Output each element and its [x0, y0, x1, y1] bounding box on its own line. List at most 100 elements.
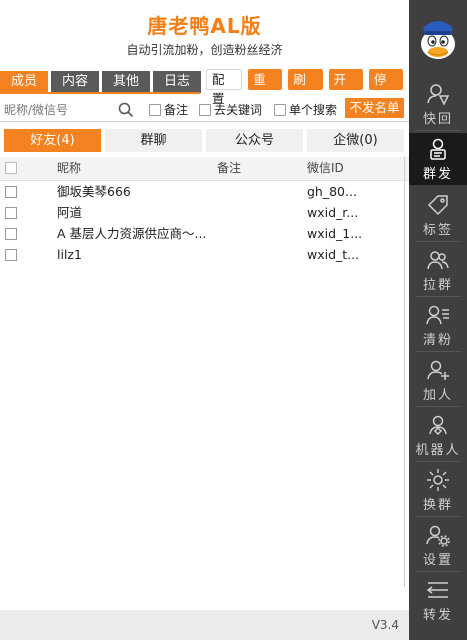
row-nickname: A 基层人力资源供应商～...: [57, 226, 207, 241]
app-subtitle: 自动引流加粉，创造粉丝经济: [126, 43, 283, 57]
forward-icon: [426, 582, 448, 598]
row-nickname: lilz1: [57, 247, 82, 262]
row-checkbox[interactable]: [5, 207, 17, 219]
tag-icon: [427, 195, 448, 216]
tab-members[interactable]: 成员: [0, 71, 48, 93]
sidebar-label-clean-fans: 清粉: [422, 333, 453, 348]
type-tabs: 好友(4) 群聊 公众号 企微(0): [4, 129, 408, 152]
main-panel: 唐老鸭AL版 自动引流加粉，创造粉丝经济 成员 内容 其他 日志 配置 重置 刷…: [0, 0, 409, 640]
sidebar-divider: [415, 571, 461, 572]
tab-content[interactable]: 内容: [51, 71, 99, 93]
checkbox-box[interactable]: [199, 103, 211, 116]
sidebar-item-settings[interactable]: 设置: [409, 519, 467, 571]
column-wxid[interactable]: 微信ID: [307, 157, 402, 179]
start-button[interactable]: 开始: [328, 69, 363, 108]
sidebar-item-quick-reply[interactable]: 快回: [409, 78, 467, 130]
single-search-checkbox[interactable]: 单个搜索: [274, 101, 337, 118]
sidebar-item-pull-group[interactable]: 拉群: [409, 244, 467, 296]
version-label: V3.4: [371, 618, 399, 632]
sidebar-label-settings: 设置: [422, 553, 453, 568]
row-checkbox[interactable]: [5, 186, 17, 198]
select-all-checkbox[interactable]: [5, 162, 17, 174]
single-search-label: 单个搜索: [289, 103, 338, 117]
sidebar-label-tags: 标签: [422, 223, 453, 238]
remove-keyword-checkbox[interactable]: 去关键词: [199, 101, 262, 118]
remark-checkbox-label: 备注: [164, 103, 189, 117]
tab-underline: [0, 92, 200, 94]
tab-group-chats[interactable]: 群聊: [105, 129, 202, 152]
table-row[interactable]: 阿道 wxid_r...: [0, 202, 409, 223]
sidebar-label-quick-reply: 快回: [422, 112, 453, 127]
scrollbar-track[interactable]: [404, 157, 405, 587]
sidebar-label-add-person: 加人: [422, 388, 453, 403]
config-button[interactable]: 配置: [206, 69, 243, 106]
table-row[interactable]: A 基层人力资源供应商～... wxid_1...: [0, 223, 409, 244]
tab-friends[interactable]: 好友(4): [4, 129, 101, 152]
sidebar-label-pull-group: 拉群: [422, 278, 453, 293]
add-person-icon: [427, 360, 449, 380]
search-input[interactable]: [4, 100, 109, 120]
search-divider: [0, 121, 409, 122]
row-checkbox[interactable]: [5, 228, 17, 240]
tab-other[interactable]: 其他: [102, 71, 150, 93]
mass-send-icon: [430, 138, 446, 160]
sidebar-divider: [415, 241, 461, 242]
remove-keyword-label: 去关键词: [214, 103, 263, 117]
sidebar-divider: [415, 461, 461, 462]
sidebar-item-robot[interactable]: 机器人: [409, 409, 467, 461]
switch-group-icon: [427, 469, 449, 491]
search-row: 备注 去关键词 单个搜索 不发名单: [0, 98, 409, 122]
sidebar-item-clean-fans[interactable]: 清粉: [409, 299, 467, 351]
row-wxid: gh_80...: [307, 184, 357, 199]
sidebar-item-switch-group[interactable]: 换群: [409, 464, 467, 516]
robot-icon: [429, 415, 447, 436]
header: 唐老鸭AL版 自动引流加粉，创造粉丝经济: [0, 0, 409, 66]
sidebar-item-add-person[interactable]: 加人: [409, 354, 467, 406]
row-wxid: wxid_r...: [307, 205, 359, 220]
sidebar-label-forward: 转发: [422, 608, 453, 623]
sidebar-divider: [415, 351, 461, 352]
sidebar-item-tags[interactable]: 标签: [409, 189, 467, 241]
sidebar-label-switch-group: 换群: [422, 498, 453, 513]
sidebar-divider: [415, 130, 461, 131]
clean-fans-icon: [426, 305, 449, 325]
sidebar-divider: [415, 296, 461, 297]
search-icon[interactable]: [118, 102, 134, 118]
pull-group-icon: [427, 251, 449, 270]
checkbox-box[interactable]: [149, 103, 161, 116]
row-wxid: wxid_1...: [307, 226, 363, 241]
row-nickname: 阿道: [57, 205, 83, 220]
refresh-button[interactable]: 刷新: [288, 69, 323, 108]
right-sidebar: 快回 群发 标签 拉群 清粉 加人 机器人 换群 设置 转发: [409, 0, 467, 640]
table-row[interactable]: 御坂美琴666 gh_80...: [0, 181, 409, 202]
quick-reply-icon: [427, 84, 450, 106]
donald-duck-avatar-icon[interactable]: [417, 14, 459, 62]
column-nickname[interactable]: 昵称: [57, 157, 207, 179]
sidebar-divider: [415, 516, 461, 517]
sidebar-label-robot: 机器人: [415, 443, 461, 458]
app-title: 唐老鸭AL版: [147, 14, 262, 38]
tab-log[interactable]: 日志: [153, 71, 201, 93]
sidebar-item-forward[interactable]: 转发: [409, 574, 467, 626]
settings-icon: [426, 525, 450, 547]
reset-button[interactable]: 重置: [248, 69, 283, 108]
tab-wecom[interactable]: 企微(0): [307, 129, 404, 152]
contacts-table: 昵称 备注 微信ID 御坂美琴666 gh_80... 阿道 wxid_r...…: [0, 157, 409, 265]
row-checkbox[interactable]: [5, 249, 17, 261]
remark-checkbox[interactable]: 备注: [149, 101, 188, 118]
table-header: 昵称 备注 微信ID: [0, 157, 409, 181]
sidebar-label-mass-send: 群发: [422, 167, 453, 182]
action-buttons: 配置 重置 刷新 开始 停止: [206, 69, 409, 108]
row-nickname: 御坂美琴666: [57, 184, 131, 199]
sidebar-item-mass-send[interactable]: 群发: [409, 133, 467, 185]
category-tabs: 成员 内容 其他 日志: [0, 71, 204, 93]
checkbox-box[interactable]: [274, 103, 286, 116]
tab-official-accounts[interactable]: 公众号: [206, 129, 303, 152]
row-wxid: wxid_t...: [307, 247, 360, 262]
stop-button[interactable]: 停止: [368, 69, 404, 108]
sidebar-divider: [415, 406, 461, 407]
status-bar: V3.4: [0, 610, 409, 640]
column-remark[interactable]: 备注: [217, 157, 297, 179]
table-row[interactable]: lilz1 wxid_t...: [0, 244, 409, 265]
no-send-list-button[interactable]: 不发名单: [345, 98, 404, 118]
